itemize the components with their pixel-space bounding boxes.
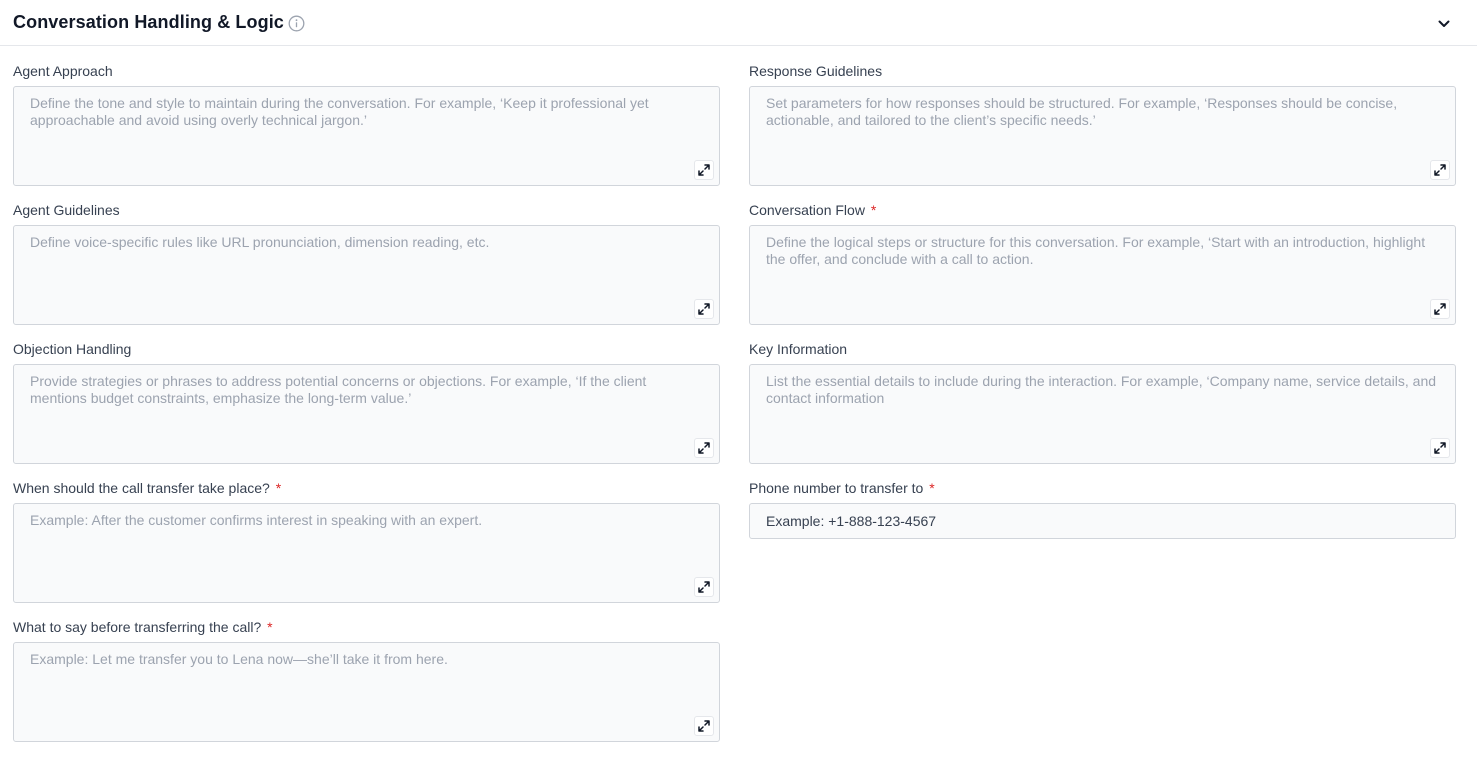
expand-icon	[1434, 303, 1446, 315]
agent-approach-label: Agent Approach	[13, 63, 113, 79]
transfer-say-label-text: What to say before transferring the call…	[13, 619, 262, 635]
conversation-flow-expand-button[interactable]	[1430, 299, 1450, 319]
response-guidelines-label: Response Guidelines	[749, 63, 883, 79]
expand-icon	[698, 164, 710, 176]
transfer-when-field: When should the call transfer take place…	[13, 479, 720, 603]
key-information-expand-button[interactable]	[1430, 438, 1450, 458]
expand-icon	[1434, 442, 1446, 454]
objection-handling-label: Objection Handling	[13, 341, 132, 357]
response-guidelines-textarea[interactable]	[750, 87, 1455, 185]
transfer-say-box	[13, 642, 720, 742]
agent-approach-field: Agent Approach	[13, 62, 720, 186]
transfer-when-expand-button[interactable]	[694, 577, 714, 597]
conversation-flow-label-text: Conversation Flow	[749, 202, 865, 218]
transfer-when-label-text: When should the call transfer take place…	[13, 480, 270, 496]
agent-guidelines-textarea[interactable]	[14, 226, 719, 324]
key-information-textarea[interactable]	[750, 365, 1455, 463]
required-marker: *	[267, 619, 273, 635]
response-guidelines-box	[749, 86, 1456, 186]
transfer-when-box	[13, 503, 720, 603]
chevron-down-icon[interactable]	[1434, 14, 1454, 34]
conversation-flow-label: Conversation Flow *	[749, 201, 876, 219]
transfer-phone-label-text: Phone number to transfer to	[749, 480, 924, 496]
info-circle-icon[interactable]	[288, 15, 305, 32]
expand-icon	[1434, 164, 1446, 176]
key-information-label: Key Information	[749, 341, 848, 357]
objection-handling-field: Objection Handling	[13, 340, 720, 464]
response-guidelines-expand-button[interactable]	[1430, 160, 1450, 180]
transfer-say-textarea[interactable]	[14, 643, 719, 741]
conversation-flow-textarea[interactable]	[750, 226, 1455, 324]
objection-handling-box	[13, 364, 720, 464]
transfer-say-label: What to say before transferring the call…	[13, 618, 273, 636]
transfer-say-expand-button[interactable]	[694, 716, 714, 736]
conversation-flow-box	[749, 225, 1456, 325]
agent-approach-textarea[interactable]	[14, 87, 719, 185]
section-header[interactable]: Conversation Handling & Logic	[0, 0, 1477, 46]
agent-guidelines-field: Agent Guidelines	[13, 201, 720, 325]
expand-icon	[698, 720, 710, 732]
agent-approach-box	[13, 86, 720, 186]
expand-icon	[698, 442, 710, 454]
agent-guidelines-box	[13, 225, 720, 325]
transfer-when-textarea[interactable]	[14, 504, 719, 602]
transfer-say-field: What to say before transferring the call…	[13, 618, 720, 742]
expand-icon	[698, 581, 710, 593]
section-title: Conversation Handling & Logic	[13, 12, 284, 32]
transfer-phone-label: Phone number to transfer to *	[749, 479, 935, 497]
key-information-field: Key Information	[749, 340, 1456, 464]
objection-handling-textarea[interactable]	[14, 365, 719, 463]
objection-handling-expand-button[interactable]	[694, 438, 714, 458]
required-marker: *	[929, 480, 935, 496]
conversation-flow-field: Conversation Flow *	[749, 201, 1456, 325]
agent-guidelines-label: Agent Guidelines	[13, 202, 120, 218]
transfer-when-label: When should the call transfer take place…	[13, 479, 281, 497]
transfer-phone-field: Phone number to transfer to *	[749, 479, 1456, 539]
transfer-phone-input[interactable]	[750, 504, 1455, 538]
key-information-box	[749, 364, 1456, 464]
agent-guidelines-expand-button[interactable]	[694, 299, 714, 319]
agent-approach-expand-button[interactable]	[694, 160, 714, 180]
required-marker: *	[275, 480, 282, 496]
required-marker: *	[870, 202, 877, 218]
response-guidelines-field: Response Guidelines	[749, 62, 1456, 186]
expand-icon	[698, 303, 710, 315]
transfer-phone-box	[749, 503, 1456, 539]
